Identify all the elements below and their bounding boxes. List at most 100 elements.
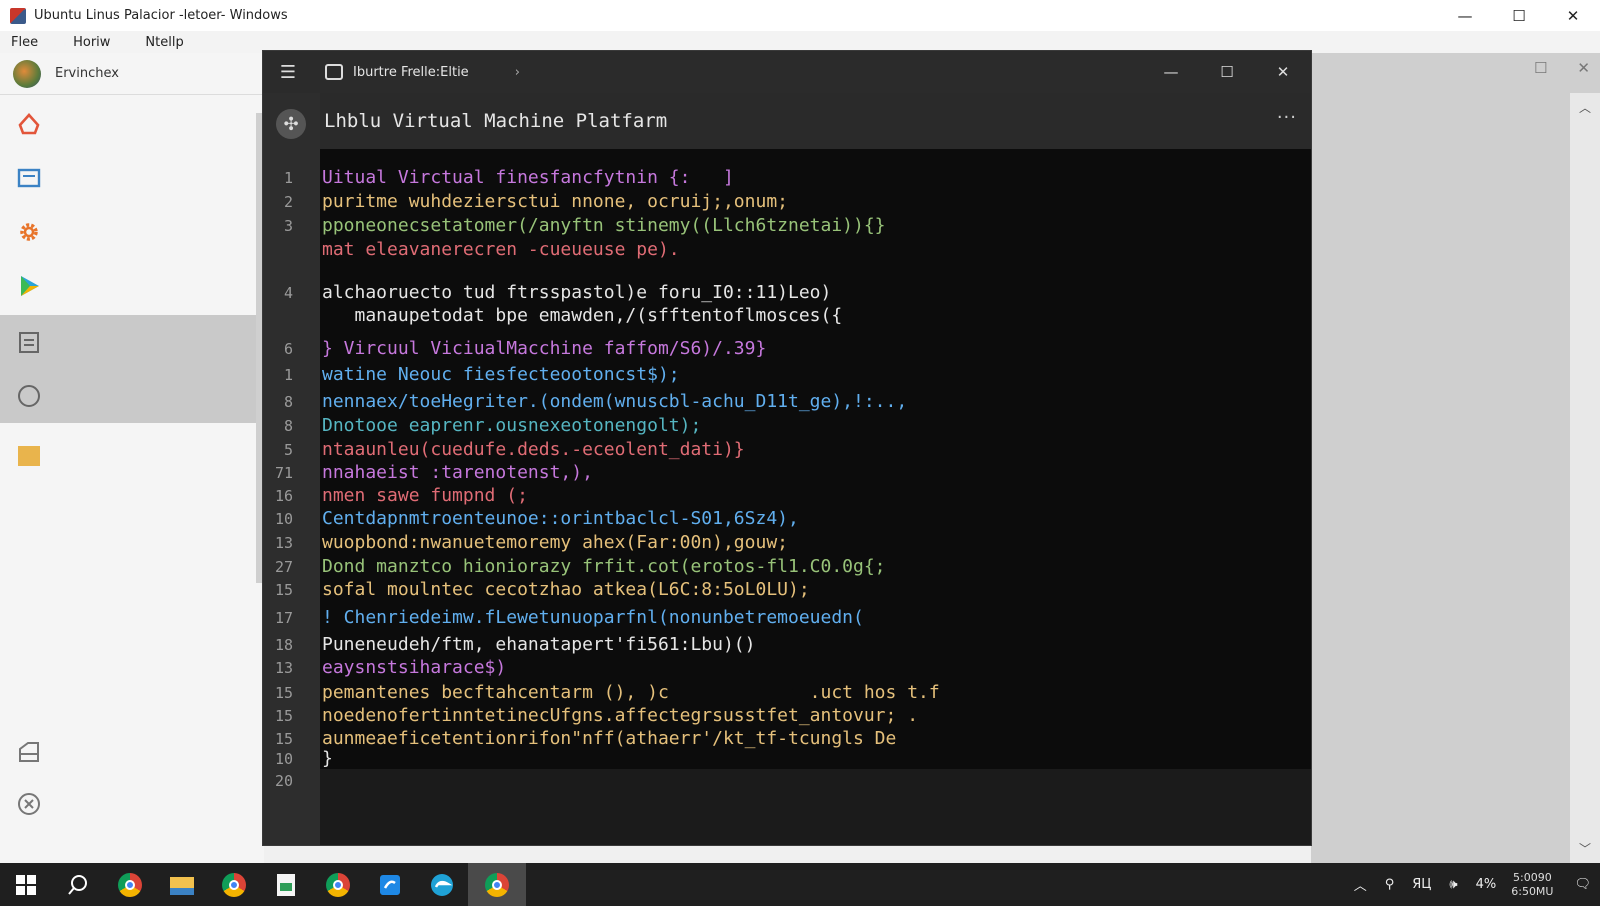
- system-tray: ︿ ⚲ ЯЦ 🕪 4% 5:0090 6:50MU 🗨: [1345, 863, 1600, 906]
- menu-help[interactable]: Ntellp: [145, 35, 183, 50]
- clock-date: 6:50MU: [1511, 884, 1554, 898]
- sidebar-item-circle[interactable]: [0, 369, 262, 423]
- battery-indicator[interactable]: 4%: [1476, 877, 1497, 892]
- background-window: ☐ ✕ ︿ ﹀: [1311, 53, 1600, 863]
- code-line[interactable]: } Vircuul ViciualMacchine faffom/S6)/.39…: [322, 338, 766, 360]
- code-line[interactable]: nnahaeist :tarenotenst,),: [322, 462, 593, 484]
- line-number: 15: [274, 707, 293, 725]
- folder-icon: [170, 876, 194, 895]
- platform-title: Lhblu Virtual Machine Platfarm: [324, 110, 668, 132]
- line-number: 13: [274, 534, 293, 552]
- power-icon: [18, 793, 40, 815]
- close-button[interactable]: ✕: [1546, 0, 1600, 31]
- clock[interactable]: 5:0090 6:50MU: [1511, 871, 1553, 899]
- code-line[interactable]: nennaex/toeHegriter.(ondem(wnuscbl-achu_…: [322, 391, 907, 413]
- monitor-icon: [17, 168, 41, 188]
- window-controls: — ☐ ✕: [1438, 0, 1600, 31]
- line-number: 8: [283, 417, 293, 435]
- editor-header: Lhblu Virtual Machine Platfarm ···: [320, 93, 1311, 149]
- right-scrollbar[interactable]: ︿ ﹀: [1570, 93, 1600, 863]
- editor-window-controls: — ☐ ✕: [1143, 51, 1311, 93]
- code-line[interactable]: alchaoruecto tud ftrsspastol)e foru_I0::…: [322, 282, 831, 304]
- code-line[interactable]: Centdapnmtroenteunoe::orintbaclcl-S01,6S…: [322, 508, 799, 530]
- settings-gear-icon[interactable]: ✣: [276, 109, 306, 139]
- sidebar-item-folder[interactable]: [0, 429, 262, 483]
- language-indicator[interactable]: ЯЦ: [1412, 877, 1431, 892]
- editor-maximize-button[interactable]: ☐: [1199, 51, 1255, 93]
- windows-logo-icon: [16, 874, 36, 895]
- background-close-button[interactable]: ✕: [1577, 59, 1590, 77]
- scroll-up-icon[interactable]: ︿: [1579, 99, 1591, 116]
- start-button[interactable]: [0, 863, 52, 906]
- line-number: 1: [283, 169, 293, 187]
- scroll-down-icon[interactable]: ﹀: [1579, 840, 1591, 857]
- more-options-icon[interactable]: ···: [1277, 107, 1297, 128]
- sidebar-item-power[interactable]: [0, 777, 262, 831]
- home-icon: [18, 113, 40, 135]
- code-line[interactable]: mat eleavanerecren -cueueuse pe).: [322, 239, 680, 261]
- user-row[interactable]: Ervinchex: [0, 53, 264, 95]
- search-icon: [68, 874, 87, 895]
- code-line[interactable]: ! Chenriedeimw.fLewetunuoparfnl(nonunbet…: [322, 607, 864, 629]
- sidebar-item-documents[interactable]: [0, 315, 262, 369]
- editor-minimize-button[interactable]: —: [1143, 51, 1199, 93]
- search-button[interactable]: [52, 863, 104, 906]
- sidebar-item-display[interactable]: [0, 151, 262, 205]
- taskbar-edge[interactable]: [416, 863, 468, 906]
- storage-icon: [19, 742, 39, 762]
- taskbar-document-app[interactable]: [260, 863, 312, 906]
- chevron-right-icon[interactable]: ›: [515, 65, 520, 80]
- code-line[interactable]: aunmeaeficetentionrifon"nff(athaerr'/kt_…: [322, 728, 896, 750]
- clock-time: 5:0090: [1513, 870, 1552, 884]
- code-line[interactable]: sofal moulntec cecotzhao atkea(L6C:8:5oL…: [322, 579, 810, 601]
- volume-icon[interactable]: 🕪: [1449, 877, 1457, 892]
- code-line[interactable]: Dnotooe eaprenr.ousnexeotonengolt);: [322, 415, 701, 437]
- taskbar-chrome-2[interactable]: [208, 863, 260, 906]
- network-icon[interactable]: ⚲: [1385, 877, 1395, 892]
- code-line[interactable]: wuopbond:nwanuetemoremy ahex(Far:00n),go…: [322, 532, 788, 554]
- taskbar-store-app[interactable]: [364, 863, 416, 906]
- code-line[interactable]: manaupetodat bpe emawden,/(sfftentoflmos…: [322, 305, 843, 327]
- notifications-icon[interactable]: 🗨: [1574, 877, 1591, 892]
- line-number: 71: [274, 464, 293, 482]
- code-area[interactable]: Uitual Virctual finesfancfytnin {: ] puri…: [320, 149, 1311, 791]
- code-line[interactable]: watine Neouc fiesfecteootoncst$);: [322, 364, 680, 386]
- editor-close-button[interactable]: ✕: [1255, 51, 1311, 93]
- code-line[interactable]: eaysnstsiharace$): [322, 657, 506, 679]
- code-line[interactable]: Puneneudeh/ftm, ehanatapert'fi561:Lbu)(): [322, 634, 755, 656]
- menu-file[interactable]: Flee: [11, 35, 38, 50]
- edge-icon: [431, 873, 453, 896]
- taskbar-chrome-1[interactable]: [104, 863, 156, 906]
- code-line[interactable]: pemantenes becftahcentarm (), )c .uct ho…: [322, 682, 940, 704]
- maximize-button[interactable]: ☐: [1492, 0, 1546, 31]
- code-line[interactable]: Uitual Virctual finesfancfytnin {: ]: [322, 167, 734, 189]
- code-area-footer: [320, 769, 1311, 845]
- taskbar-chrome-3[interactable]: [312, 863, 364, 906]
- code-line[interactable]: ntaaunleu(cuedufe.deds.-eceolent_dati)}: [322, 439, 745, 461]
- show-hidden-icons-chevron[interactable]: ︿: [1354, 875, 1367, 894]
- globe-icon: [485, 872, 509, 897]
- sidebar-item-home[interactable]: [0, 97, 262, 151]
- code-line[interactable]: nmen sawe fumpnd (;: [322, 485, 528, 507]
- menu-home[interactable]: Horiw: [73, 35, 110, 50]
- minimize-button[interactable]: —: [1438, 0, 1492, 31]
- taskbar-active-app[interactable]: [468, 863, 526, 906]
- line-number: 20: [274, 772, 293, 790]
- avatar: [13, 59, 41, 88]
- sidebar-item-storage[interactable]: [0, 725, 262, 779]
- taskbar-file-explorer[interactable]: [156, 863, 208, 906]
- sidebar-item-settings[interactable]: [0, 205, 262, 259]
- code-line[interactable]: noedenofertinntetinecUfgns.affectegrsuss…: [322, 705, 918, 727]
- line-number: 15: [274, 730, 293, 748]
- code-line[interactable]: }: [322, 748, 333, 770]
- document-icon: [19, 332, 39, 353]
- background-maximize-button[interactable]: ☐: [1534, 59, 1547, 77]
- code-line[interactable]: puritme wuhdeziersctui nnone, ocruij;,on…: [322, 191, 788, 213]
- hamburger-menu-icon[interactable]: ☰: [263, 62, 313, 83]
- sidebar-item-play[interactable]: [0, 259, 262, 313]
- code-line[interactable]: pponeonecsetatomer(/anyftn stinemy((Llch…: [322, 215, 886, 237]
- code-line[interactable]: Dond manztco hioniorazy frfit.cot(erotos…: [322, 556, 886, 578]
- line-number: 10: [274, 510, 293, 528]
- sidebar: Ervinchex: [0, 53, 264, 863]
- play-store-icon: [21, 276, 39, 296]
